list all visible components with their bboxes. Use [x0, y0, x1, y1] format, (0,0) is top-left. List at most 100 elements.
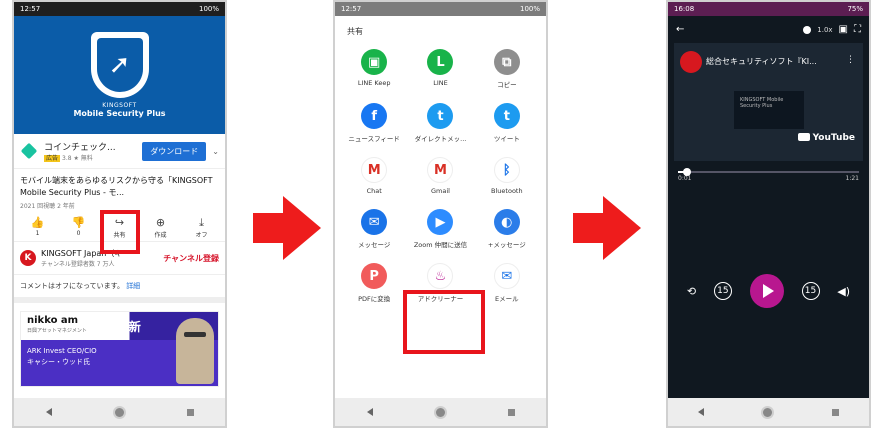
repeat-icon[interactable]: ⟲	[687, 285, 696, 298]
dislike-count: 0	[76, 230, 81, 237]
home-icon[interactable]	[114, 407, 124, 417]
share-target-facebook-newsfeed[interactable]: f ニュースフィード	[341, 103, 407, 143]
thumbs-up-icon: 👍	[30, 216, 45, 229]
share-target-label: Gmail	[431, 187, 450, 195]
back-icon[interactable]	[45, 408, 52, 416]
home-icon[interactable]	[763, 407, 773, 417]
share-target-line[interactable]: L LINE	[407, 49, 473, 89]
share-target-gmail[interactable]: M Gmail	[407, 157, 473, 195]
subscribe-button[interactable]: チャンネル登録	[163, 253, 219, 264]
share-target-pdf-convert[interactable]: P PDFに変換	[341, 263, 407, 303]
youtube-logo[interactable]: YouTube	[798, 133, 855, 143]
share-target-twitter-dm[interactable]: t ダイレクトメッ...	[407, 103, 473, 143]
play-button[interactable]	[749, 274, 784, 308]
share-target-copy[interactable]: ⧉ コピー	[474, 49, 540, 89]
toggle-icon[interactable]	[803, 25, 812, 34]
chevron-down-icon[interactable]: ⌄	[212, 147, 219, 156]
time-current: 0:01	[678, 175, 692, 182]
hero-brand: KINGSOFT	[102, 102, 137, 109]
share-target-label: ダイレクトメッ...	[414, 135, 467, 143]
share-target-label: LINE Keep	[357, 79, 391, 87]
rewind-15-button[interactable]: 15	[713, 282, 732, 300]
status-battery: 75%	[847, 5, 863, 13]
create-button[interactable]: ⊕ 作成	[141, 216, 180, 239]
download-button[interactable]: ダウンロード	[142, 141, 207, 161]
banner-update: 毎月更新	[92, 319, 141, 334]
email-icon: ✉	[493, 263, 520, 289]
share-target-zoom[interactable]: ▶ Zoom 仲間に送信	[407, 209, 473, 249]
share-target-label: ニュースフィード	[348, 135, 400, 143]
status-time: 12:57	[20, 5, 41, 13]
forward-15-button[interactable]: 15	[801, 282, 820, 300]
status-battery: 100%	[519, 5, 540, 13]
status-time: 12:57	[341, 5, 362, 13]
ad-name: コインチェック...	[44, 143, 116, 153]
comments-off-text: コメントはオフになっています。	[20, 282, 124, 290]
share-target-line-keep[interactable]: ▣ LINE Keep	[341, 49, 407, 89]
line-keep-icon: ▣	[361, 49, 388, 75]
like-button[interactable]: 👍 1	[18, 216, 57, 239]
bluetooth-icon: ᛒ	[493, 157, 520, 183]
share-target-label: メッセージ	[357, 241, 391, 249]
recents-icon[interactable]	[507, 408, 515, 416]
fullscreen-icon[interactable]: ⛶	[854, 24, 861, 35]
share-target-messages[interactable]: ✉ メッセージ	[341, 209, 407, 249]
video-player[interactable]: 総合セキュリティソフト『KI... ⋮ KINGSOFT Mobile Secu…	[674, 43, 863, 161]
share-target-label: PDFに変換	[358, 295, 391, 303]
share-target-tweet[interactable]: t ツイート	[474, 103, 540, 143]
line-icon: L	[427, 49, 454, 75]
facebook-newsfeed-icon: f	[361, 103, 388, 129]
back-arrow-icon[interactable]: ←	[676, 24, 684, 35]
offline-label: オフ	[195, 232, 208, 239]
volume-icon[interactable]: ◀)	[837, 285, 850, 298]
video-meta: 2021 回視聴 2 年前	[20, 203, 75, 210]
details-link[interactable]: 詳細	[126, 282, 140, 290]
share-target-chat[interactable]: M Chat	[341, 157, 407, 195]
status-time: 16:08	[674, 5, 695, 13]
channel-avatar[interactable]: K	[20, 250, 36, 266]
channel-subs: チャンネル登録者数 7 万人	[41, 261, 115, 268]
share-target-bluetooth[interactable]: ᛒ Bluetooth	[474, 157, 540, 195]
highlight-share-box	[100, 210, 140, 254]
video-title[interactable]: モバイル端末をあらゆるリスクから守る「KINGSOFT Mobile Secur…	[14, 169, 225, 201]
video-frame-text: KINGSOFT Mobile Security Plus	[734, 91, 804, 129]
status-bar: 12:57 100%	[14, 2, 225, 16]
create-icon: ⊕	[155, 216, 166, 229]
create-label: 作成	[154, 232, 167, 239]
next-step-arrow-icon	[573, 196, 643, 260]
share-target-label: Bluetooth	[491, 187, 523, 195]
player-controls: ⟲ 15 15 ◀)	[668, 274, 869, 308]
offline-button[interactable]: ⤓ オフ	[182, 216, 221, 239]
dislike-button[interactable]: 👎 0	[59, 216, 98, 239]
recents-icon[interactable]	[832, 408, 840, 416]
subtitles-icon[interactable]: ▣	[839, 24, 848, 35]
share-target-plus-message[interactable]: ◐ +メッセージ	[474, 209, 540, 249]
share-target-label: Chat	[366, 187, 382, 195]
chat-icon: M	[361, 157, 388, 183]
ad-banner[interactable]: nikko am 日興アセットマネジメント 毎月更新 ARK Invest CEO…	[20, 311, 219, 387]
back-icon[interactable]	[697, 408, 704, 416]
progress-bar[interactable]	[678, 168, 859, 176]
ad-meta: 3.8 ★ 無料	[62, 155, 93, 162]
copy-icon: ⧉	[493, 49, 520, 75]
thumbs-down-icon: 👎	[71, 216, 86, 229]
speed-label[interactable]: 1.0x	[817, 26, 832, 34]
pdf-convert-icon: P	[361, 263, 388, 289]
more-vert-icon[interactable]: ⋮	[846, 55, 855, 65]
video-thumbnail[interactable]: ➚ KINGSOFT Mobile Security Plus	[14, 16, 225, 134]
recents-icon[interactable]	[186, 408, 194, 416]
gmail-icon: M	[427, 157, 454, 183]
player-topbar: ← 1.0x ▣ ⛶	[668, 16, 869, 43]
home-icon[interactable]	[435, 407, 445, 417]
tweet-icon: t	[493, 103, 520, 129]
status-bar: 16:08 75%	[668, 2, 869, 16]
back-icon[interactable]	[366, 408, 373, 416]
share-target-label: ツイート	[493, 135, 520, 143]
next-step-arrow-icon	[253, 196, 323, 260]
share-targets-grid: ▣ LINE Keep L LINE ⧉ コピー f ニュースフィード t ダイレクトメッ... t…	[335, 43, 546, 309]
banner-logo: nikko am	[27, 315, 79, 326]
zoom-icon: ▶	[427, 209, 454, 235]
shield-logo-icon: ➚	[90, 32, 149, 98]
share-target-label: Zoom 仲間に送信	[413, 241, 468, 249]
comments-notice: コメントはオフになっています。 詳細	[14, 275, 225, 303]
